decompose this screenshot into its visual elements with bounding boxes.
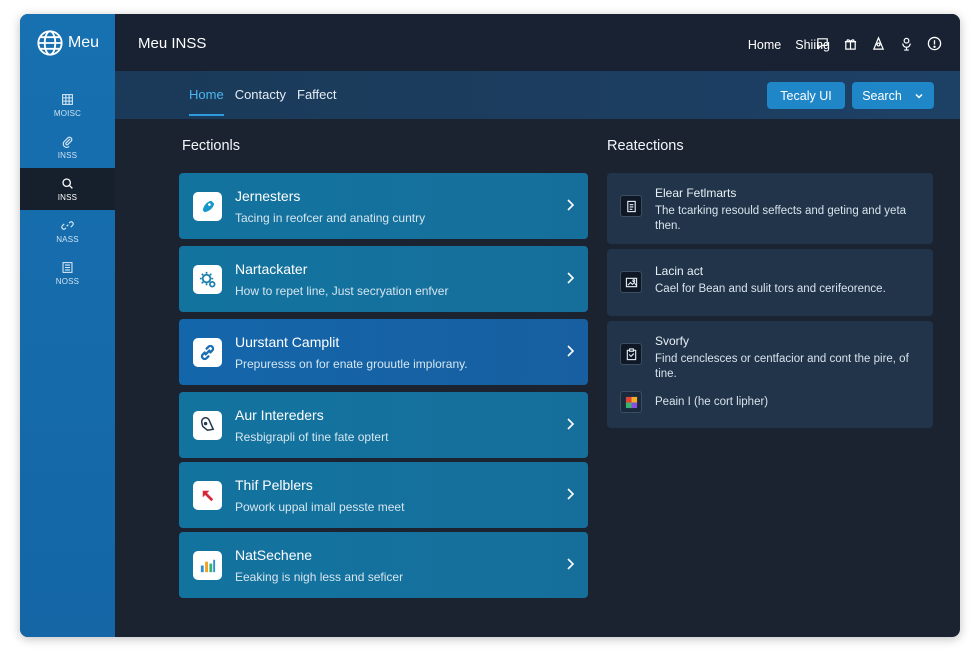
header: Meu INSS Home Shiing (115, 14, 960, 71)
sidebar-item-label: NASS (56, 234, 79, 244)
panel-extra-text: Peain I (he cort lipher) (655, 396, 769, 408)
sidebar-item-label: NOSS (55, 276, 80, 286)
header-icons (815, 36, 942, 51)
layout-button[interactable]: Tecaly UI (767, 82, 845, 109)
palette-icon (620, 391, 642, 413)
card-subtitle: Powork uppal imall pesste meet (235, 500, 405, 514)
app-window: Meu MOISC INSS INSS NASS NOSS Meu INSS H… (20, 14, 960, 637)
list-item[interactable]: Uurstant Camplit Prepuresss on for enate… (179, 319, 588, 385)
panel-text: Cael for Bean and sulit tors and cerifeo… (655, 283, 886, 295)
search-button-label: Search (862, 88, 902, 103)
card-subtitle: Tacing in reofcer and anating cuntry (235, 211, 426, 225)
chevron-right-icon (567, 488, 575, 500)
logo-text: Meu (67, 33, 100, 51)
sidebar: Meu MOISC INSS INSS NASS NOSS (20, 14, 115, 637)
sidebar-item-moisc[interactable]: MOISC (20, 84, 115, 126)
rocket-icon (193, 192, 222, 221)
arrow-icon (193, 481, 222, 510)
user-icon[interactable] (871, 36, 886, 51)
sidebar-item-search[interactable]: INSS (20, 168, 115, 210)
app-title: Meu INSS (138, 35, 207, 52)
card-subtitle: Eeaking is nigh less and seficer (235, 570, 404, 584)
card-title: Thif Pelblers (235, 477, 313, 493)
chevron-right-icon (567, 345, 575, 357)
info-panel[interactable]: Svorfy Find cenclesces or centfacior and… (607, 321, 933, 428)
card-title: Jernesters (235, 188, 301, 204)
sidebar-item-nass[interactable]: NASS (20, 210, 115, 252)
sidebar-item-label: MOISC (53, 108, 82, 118)
tab-faffect[interactable]: Faffect (297, 87, 337, 116)
sidebar-item-label: INSS (57, 150, 78, 160)
tab-home[interactable]: Home (189, 87, 224, 116)
document-icon (620, 195, 642, 217)
sidebar-item-noss[interactable]: NOSS (20, 252, 115, 294)
chevron-down-icon (915, 93, 923, 99)
chevron-right-icon (567, 418, 575, 430)
info-icon[interactable] (927, 36, 942, 51)
list-item[interactable]: NatSechene Eeaking is nigh less and sefi… (179, 532, 588, 598)
right-section-title: Reatections (607, 138, 684, 154)
list-item[interactable]: Thif Pelblers Powork uppal imall pesste … (179, 462, 588, 528)
card-title: Nartackater (235, 261, 308, 277)
list-icon (62, 261, 73, 273)
card-title: NatSechene (235, 547, 313, 563)
panel-title: Lacin act (655, 264, 704, 278)
clipboard-icon (620, 343, 642, 365)
chat-icon[interactable] (815, 36, 830, 51)
paperclip-icon (62, 136, 73, 148)
search-dropdown-button[interactable]: Search (852, 82, 934, 109)
chevron-right-icon (567, 272, 575, 284)
bar-chart-icon (193, 551, 222, 580)
header-link-home[interactable]: Home (748, 38, 781, 52)
list-item[interactable]: Aur Intereders Resbigrapli of tine fate … (179, 392, 588, 458)
image-icon (620, 271, 642, 293)
panel-title: Svorfy (655, 334, 690, 348)
info-panel[interactable]: Lacin act Cael for Bean and sulit tors a… (607, 249, 933, 316)
tag-icon (193, 411, 222, 440)
chevron-right-icon (567, 558, 575, 570)
tab-bar: Home Contacty Faffect (189, 87, 337, 116)
main-section-title: Fectionls (182, 138, 241, 154)
mic-icon[interactable] (899, 36, 914, 51)
app-logo[interactable]: Meu (20, 14, 115, 71)
card-subtitle: Resbigrapli of tine fate optert (235, 430, 389, 444)
list-item[interactable]: Jernesters Tacing in reofcer and anating… (179, 173, 588, 239)
sidebar-item-label: INSS (57, 192, 78, 202)
card-subtitle: Prepuresss on for enate grouutle implora… (235, 357, 468, 371)
link-icon (61, 220, 74, 230)
sidebar-item-inss[interactable]: INSS (20, 126, 115, 168)
info-panel[interactable]: Elear Fetlmarts The tcarking resould sef… (607, 173, 933, 244)
panel-text: Find cenclesces or centfacior and cont t… (655, 353, 909, 380)
search-icon (62, 177, 73, 189)
globe-icon (37, 29, 63, 56)
panel-text: The tcarking resould seffects and geting… (655, 205, 907, 232)
toolbar: Home Contacty Faffect Tecaly UI Search (115, 71, 960, 119)
card-title: Uurstant Camplit (235, 334, 340, 350)
list-item[interactable]: Nartackater How to repet line, Just secr… (179, 246, 588, 312)
card-subtitle: How to repet line, Just secryation enfve… (235, 284, 449, 298)
grid-icon (62, 93, 73, 105)
card-title: Aur Intereders (235, 407, 324, 423)
tab-contacty[interactable]: Contacty (235, 87, 286, 116)
panel-title: Elear Fetlmarts (655, 186, 737, 200)
gift-icon[interactable] (843, 36, 858, 51)
chevron-right-icon (567, 199, 575, 211)
link-icon (193, 338, 222, 367)
settings-icon (193, 265, 222, 294)
